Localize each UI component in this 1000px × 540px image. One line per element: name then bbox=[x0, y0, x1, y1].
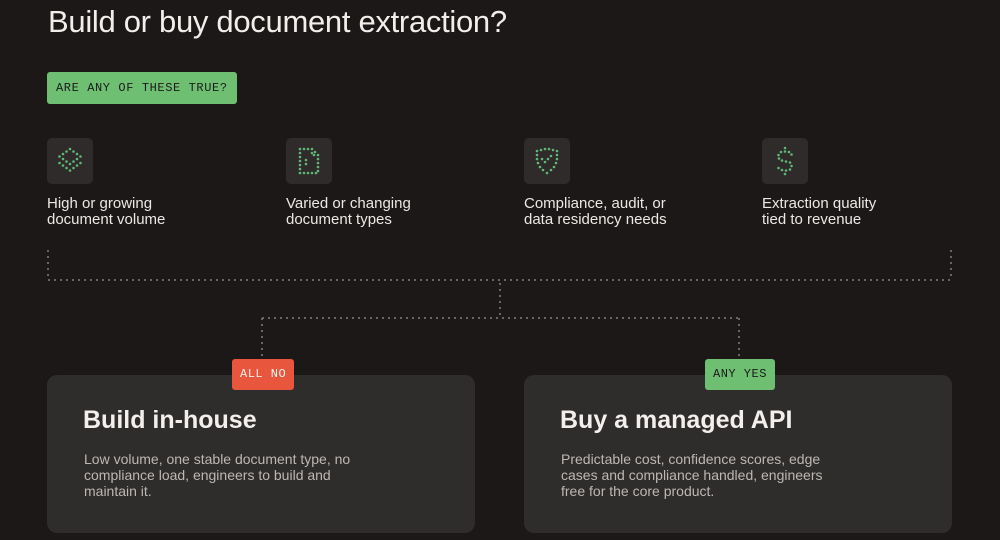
card-title: Buy a managed API bbox=[560, 406, 793, 434]
card-description: Low volume, one stable document type, no… bbox=[84, 451, 351, 499]
card-title: Build in-house bbox=[83, 406, 257, 434]
any-yes-tag: ANY YES bbox=[705, 359, 775, 390]
card-description: Predictable cost, confidence scores, edg… bbox=[561, 451, 823, 499]
all-no-tag: ALL NO bbox=[232, 359, 295, 390]
buy-managed-api-card: Buy a managed API Predictable cost, conf… bbox=[524, 375, 952, 533]
build-in-house-card: Build in-house Low volume, one stable do… bbox=[47, 375, 475, 533]
